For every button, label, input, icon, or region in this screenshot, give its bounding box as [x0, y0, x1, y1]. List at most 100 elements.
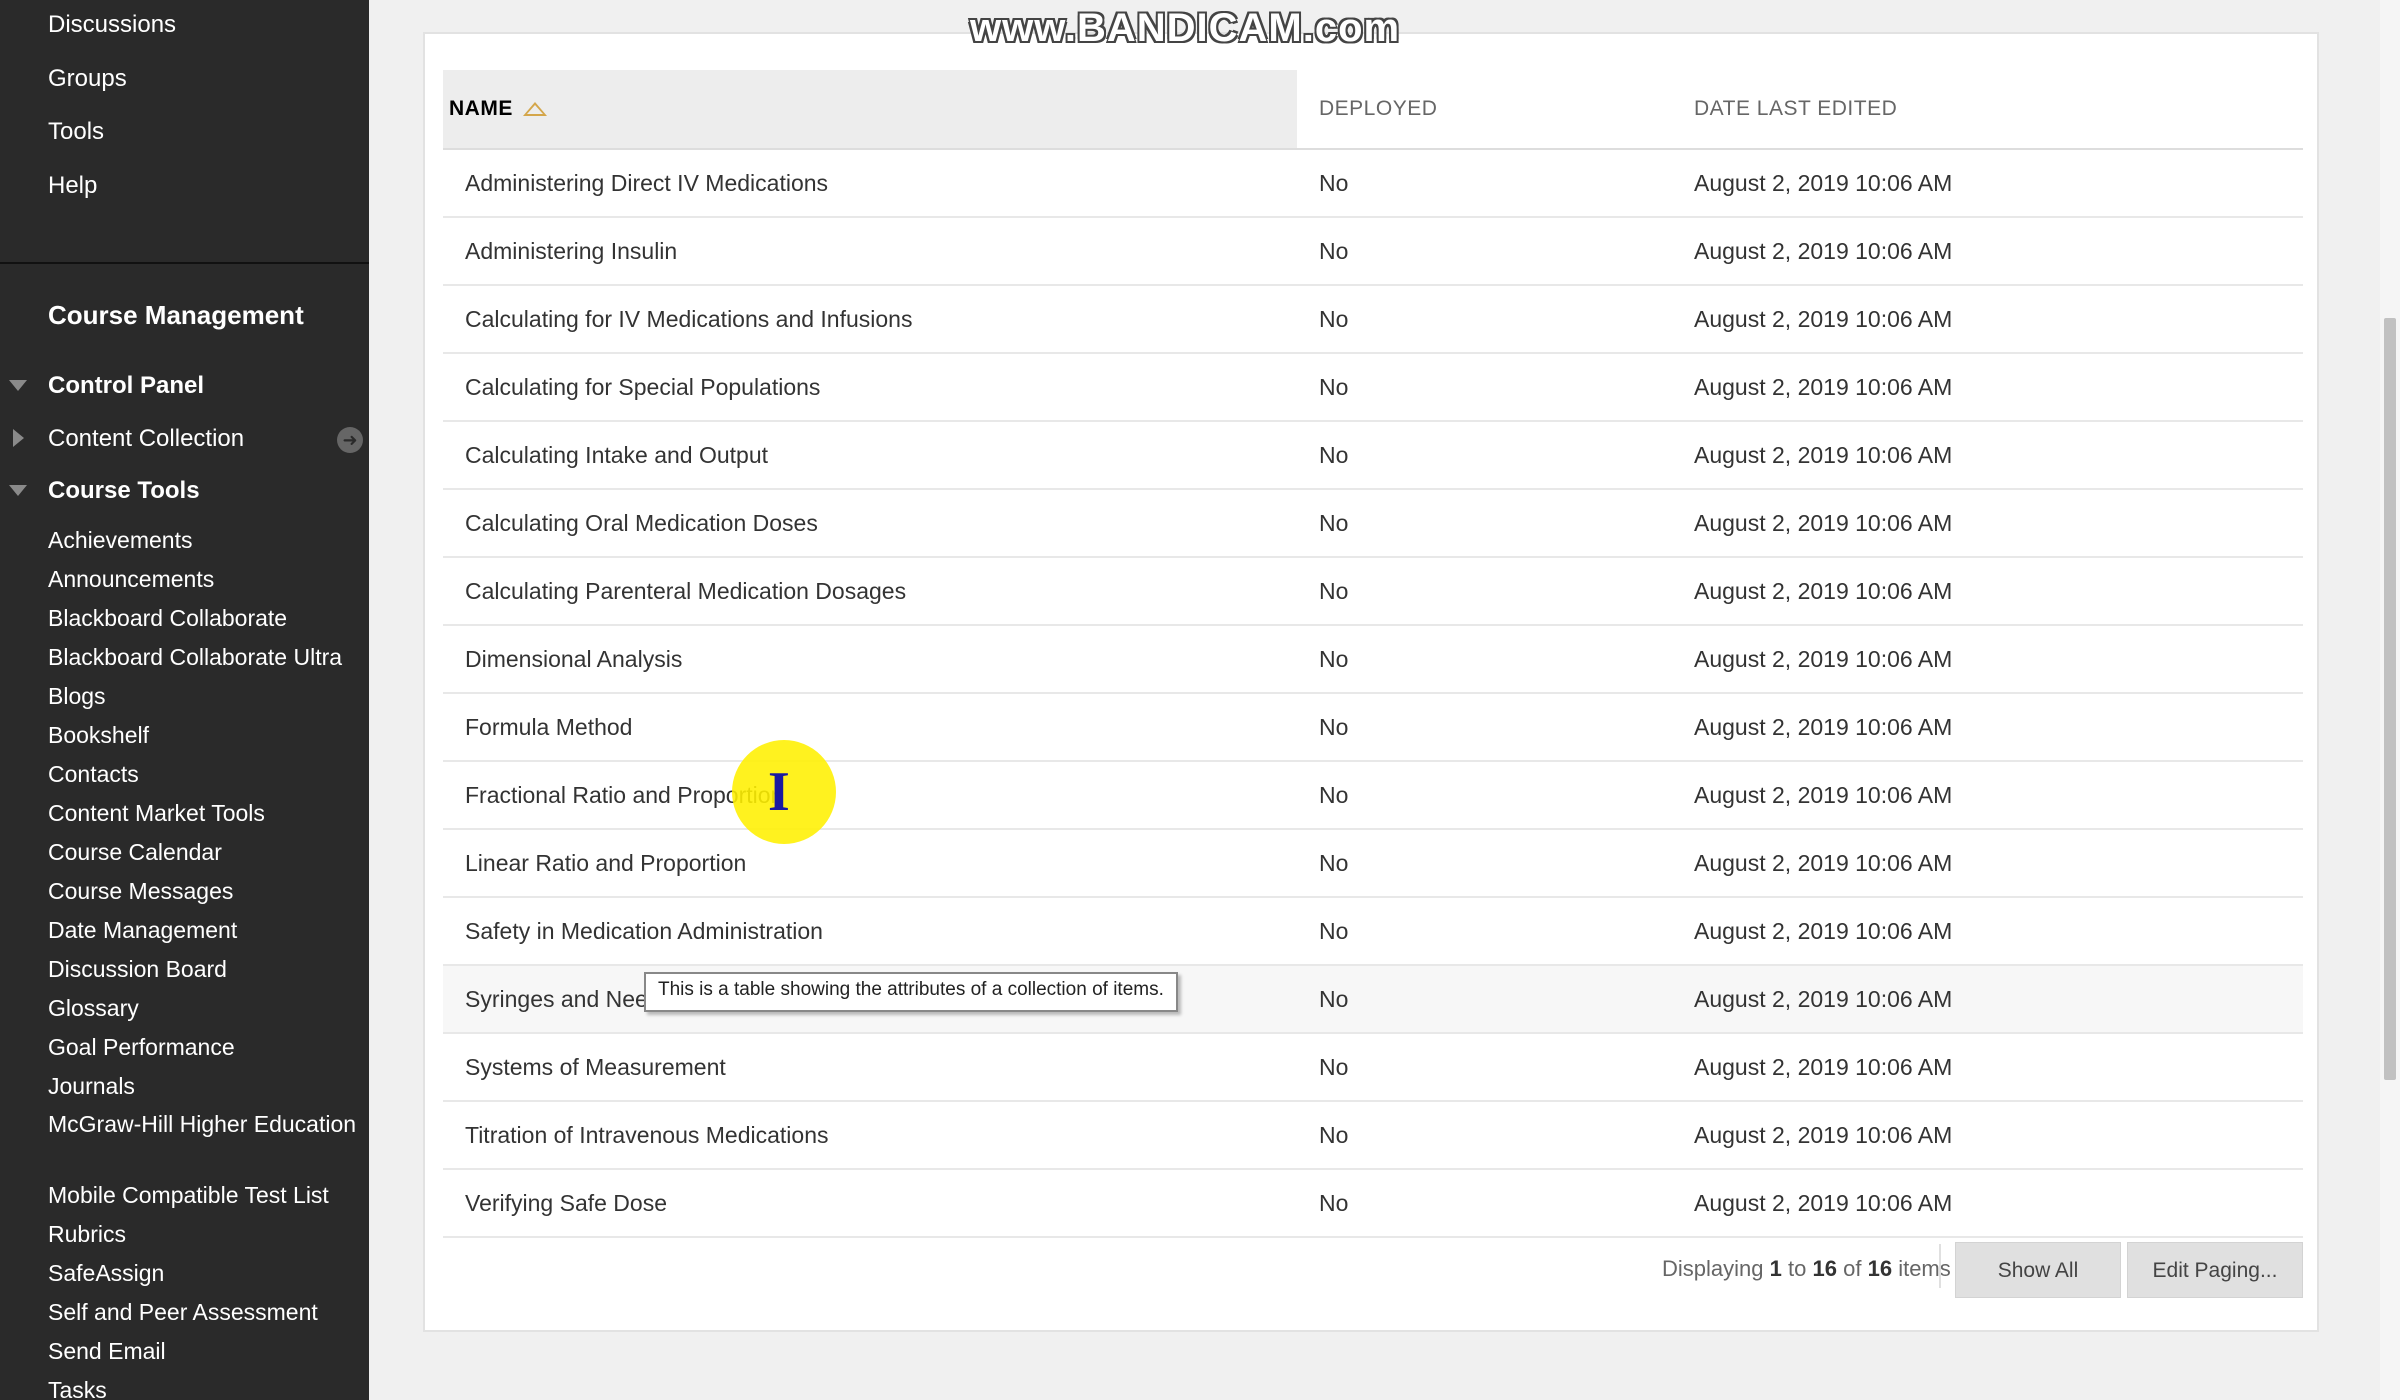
item-name-link[interactable]: Administering Direct IV Medications: [465, 170, 828, 196]
tool-announcements[interactable]: Announcements: [48, 563, 363, 602]
table-row: Calculating for IV Medications and Infus…: [443, 285, 2303, 354]
table-row: Linear Ratio and Proportion No August 2, 2…: [443, 829, 2303, 898]
triangle-down-icon[interactable]: [9, 380, 27, 391]
item-name-link[interactable]: Calculating Intake and Output: [465, 442, 768, 468]
tool-glossary[interactable]: Glossary: [48, 992, 363, 1031]
tool-mobile-compatible-test-list[interactable]: Mobile Compatible Test List: [48, 1179, 363, 1218]
edit-paging-button[interactable]: Edit Paging...: [2127, 1242, 2303, 1298]
control-panel-label[interactable]: Control Panel: [48, 372, 204, 400]
deployed-cell: No: [1297, 897, 1694, 966]
tool-mcgraw-hill-higher-education[interactable]: McGraw-Hill Higher Education: [48, 1109, 363, 1179]
triangle-right-icon[interactable]: [13, 429, 24, 447]
table-row: Formula Method No August 2, 2019 10:06 AM: [443, 693, 2303, 762]
column-header-date-last-edited[interactable]: DATE LAST EDITED: [1694, 70, 2303, 150]
show-all-button[interactable]: Show All: [1955, 1242, 2121, 1298]
table-row: Systems of Measurement No August 2, 2019 1…: [443, 1033, 2303, 1102]
tool-safeassign[interactable]: SafeAssign: [48, 1257, 363, 1296]
paging-total: 16: [1867, 1256, 1893, 1281]
date-cell: August 2, 2019 10:06 AM: [1694, 693, 2303, 762]
item-name-link[interactable]: Calculating Oral Medication Doses: [465, 510, 818, 536]
deployed-cell: No: [1297, 489, 1694, 558]
tool-date-management[interactable]: Date Management: [48, 914, 363, 953]
item-name-link[interactable]: Calculating Parenteral Medication Dosage…: [465, 578, 906, 604]
tool-course-messages[interactable]: Course Messages: [48, 875, 363, 914]
date-cell: August 2, 2019 10:06 AM: [1694, 489, 2303, 558]
course-tools-label[interactable]: Course Tools: [48, 477, 200, 505]
tool-journals[interactable]: Journals: [48, 1070, 363, 1109]
course-menu-sidebar: Discussions Groups Tools Help Course Man…: [0, 0, 369, 1400]
tool-bookshelf[interactable]: Bookshelf: [48, 719, 363, 758]
tool-rubrics[interactable]: Rubrics: [48, 1218, 363, 1257]
paging-to-word: to: [1788, 1256, 1807, 1281]
paging-status: Displaying 1 to 16 of 16 items: [1662, 1256, 1951, 1282]
course-tools-section[interactable]: Course Tools: [0, 473, 369, 509]
table-row: Administering Direct IV Medications No Aug…: [443, 149, 2303, 218]
item-name-link[interactable]: Systems of Measurement: [465, 1054, 726, 1080]
paging-suffix: items: [1898, 1256, 1951, 1281]
triangle-down-icon[interactable]: [9, 485, 27, 496]
menu-item-discussions[interactable]: Discussions: [48, 11, 176, 39]
item-name-link[interactable]: Calculating for Special Populations: [465, 374, 820, 400]
control-panel-section[interactable]: Control Panel: [0, 368, 369, 404]
item-name-link[interactable]: Safety in Medication Administration: [465, 918, 823, 944]
item-name-link[interactable]: Linear Ratio and Proportion: [465, 850, 746, 876]
date-cell: August 2, 2019 10:06 AM: [1694, 421, 2303, 490]
tool-send-email[interactable]: Send Email: [48, 1335, 363, 1374]
item-name-link[interactable]: Calculating for IV Medications and Infus…: [465, 306, 912, 332]
deployed-cell: No: [1297, 285, 1694, 354]
item-name-link[interactable]: Administering Insulin: [465, 238, 677, 264]
column-header-name-label[interactable]: NAME: [449, 97, 513, 120]
table-row: Calculating Parenteral Medication Dosage…: [443, 557, 2303, 626]
table-row: Calculating for Special Populations No Aug…: [443, 353, 2303, 422]
menu-item-help[interactable]: Help: [48, 172, 97, 200]
menu-item-tools[interactable]: Tools: [48, 118, 104, 146]
table-row: Administering Insulin No August 2, 2019 10…: [443, 217, 2303, 286]
table-row: Calculating Oral Medication Doses No Augus…: [443, 489, 2303, 558]
tool-blogs[interactable]: Blogs: [48, 680, 363, 719]
deployed-cell: No: [1297, 965, 1694, 1034]
tool-blackboard-collaborate-ultra[interactable]: Blackboard Collaborate Ultra: [48, 641, 363, 680]
date-cell: August 2, 2019 10:06 AM: [1694, 557, 2303, 626]
column-header-deployed[interactable]: DEPLOYED: [1297, 70, 1694, 150]
text-cursor-icon: I: [768, 761, 790, 823]
date-cell: August 2, 2019 10:06 AM: [1694, 217, 2303, 286]
deployed-cell: No: [1297, 217, 1694, 286]
main-content: NAME DEPLOYED DATE LAST EDITED Administe…: [369, 0, 2380, 1400]
table-row: Titration of Intravenous Medications No Au…: [443, 1101, 2303, 1170]
table-header-row: NAME DEPLOYED DATE LAST EDITED: [443, 70, 2303, 150]
circle-arrow-icon[interactable]: ➜: [337, 427, 363, 453]
content-collection-section[interactable]: Content Collection ➜: [0, 421, 369, 457]
item-name-link[interactable]: Titration of Intravenous Medications: [465, 1122, 829, 1148]
tool-content-market-tools[interactable]: Content Market Tools: [48, 797, 363, 836]
deployed-cell: No: [1297, 693, 1694, 762]
date-cell: August 2, 2019 10:06 AM: [1694, 149, 2303, 218]
page-scrollbar[interactable]: [2380, 0, 2400, 1400]
deployed-cell: No: [1297, 1033, 1694, 1102]
tool-goal-performance[interactable]: Goal Performance: [48, 1031, 363, 1070]
item-name-link[interactable]: Verifying Safe Dose: [465, 1190, 667, 1216]
tool-self-and-peer-assessment[interactable]: Self and Peer Assessment: [48, 1296, 363, 1335]
deployed-cell: No: [1297, 1169, 1694, 1238]
table-tooltip: This is a table showing the attributes o…: [644, 972, 1178, 1012]
date-cell: August 2, 2019 10:06 AM: [1694, 625, 2303, 694]
deployed-cell: No: [1297, 1101, 1694, 1170]
tool-blackboard-collaborate[interactable]: Blackboard Collaborate: [48, 602, 363, 641]
content-collection-label[interactable]: Content Collection: [48, 425, 244, 453]
deployed-cell: No: [1297, 761, 1694, 830]
table-row: Dimensional Analysis No August 2, 2019 10:…: [443, 625, 2303, 694]
tool-contacts[interactable]: Contacts: [48, 758, 363, 797]
item-name-link[interactable]: Dimensional Analysis: [465, 646, 682, 672]
date-cell: August 2, 2019 10:06 AM: [1694, 965, 2303, 1034]
tool-tasks[interactable]: Tasks: [48, 1374, 363, 1400]
scrollbar-thumb[interactable]: [2384, 318, 2396, 1080]
deployed-cell: No: [1297, 353, 1694, 422]
sort-ascending-icon[interactable]: [522, 102, 547, 117]
deployed-cell: No: [1297, 421, 1694, 490]
tool-course-calendar[interactable]: Course Calendar: [48, 836, 363, 875]
item-name-link[interactable]: Formula Method: [465, 714, 632, 740]
date-cell: August 2, 2019 10:06 AM: [1694, 1033, 2303, 1102]
tool-discussion-board[interactable]: Discussion Board: [48, 953, 363, 992]
tool-achievements[interactable]: Achievements: [48, 524, 363, 563]
menu-item-groups[interactable]: Groups: [48, 65, 127, 93]
column-header-name[interactable]: NAME: [443, 70, 1297, 150]
